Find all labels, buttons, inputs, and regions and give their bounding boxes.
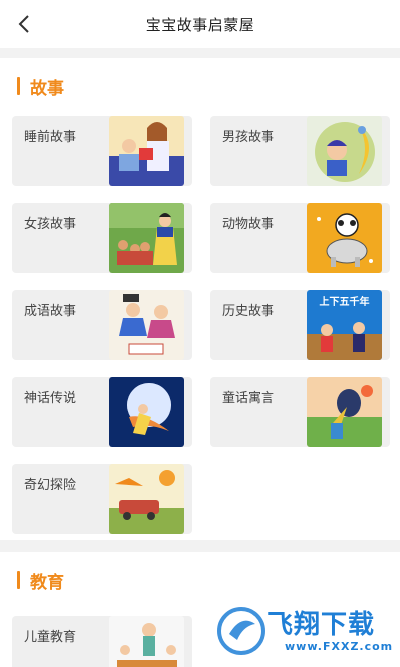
- category-card-boys[interactable]: 男孩故事: [210, 116, 390, 186]
- section-accent-bar: [17, 571, 20, 589]
- section-accent-bar: [17, 77, 20, 95]
- category-card-adventure[interactable]: 奇幻探险: [12, 464, 192, 534]
- watermark: 飞翔下载 www.FXXZ.com: [215, 600, 397, 662]
- education-image: [109, 616, 184, 667]
- watermark-text: 飞翔下载: [267, 610, 376, 640]
- top-bar: 宝宝故事启蒙屋: [0, 0, 400, 48]
- category-card-myths[interactable]: 神话传说: [12, 377, 192, 447]
- category-label: 神话传说: [24, 391, 77, 406]
- adventure-story-image: [109, 464, 184, 534]
- page-title: 宝宝故事启蒙屋: [145, 15, 255, 34]
- section-title: 教育: [30, 572, 64, 593]
- girls-story-image: [109, 203, 184, 273]
- category-card-animals[interactable]: 动物故事: [210, 203, 390, 273]
- category-card-idioms[interactable]: 成语故事: [12, 290, 192, 360]
- history-story-image: 上下五千年: [307, 290, 382, 360]
- category-label: 成语故事: [24, 304, 77, 319]
- fable-story-image: [307, 377, 382, 447]
- idiom-story-image: [109, 290, 184, 360]
- back-button[interactable]: [6, 6, 42, 42]
- category-label: 奇幻探险: [24, 478, 77, 493]
- category-card-fables[interactable]: 童话寓言: [210, 377, 390, 447]
- animal-story-image: [307, 203, 382, 273]
- history-thumb-title: 上下五千年: [320, 295, 370, 308]
- watermark-url: www.FXXZ.com: [285, 640, 394, 653]
- category-label: 男孩故事: [222, 130, 275, 145]
- section-title: 故事: [30, 78, 64, 99]
- category-card-bedtime[interactable]: 睡前故事: [12, 116, 192, 186]
- story-section: 故事 睡前故事 男孩故事 女孩故事 动物故事 成语故事 历史故事 上下五千年 神…: [0, 58, 400, 540]
- bedtime-story-image: [109, 116, 184, 186]
- chevron-left-icon: [18, 15, 29, 33]
- category-label: 女孩故事: [24, 217, 77, 232]
- category-label: 儿童教育: [24, 630, 77, 645]
- category-label: 历史故事: [222, 304, 275, 319]
- category-card-girls[interactable]: 女孩故事: [12, 203, 192, 273]
- boys-story-image: [307, 116, 382, 186]
- category-card-education[interactable]: 儿童教育: [12, 616, 192, 667]
- category-label: 睡前故事: [24, 130, 77, 145]
- category-label: 童话寓言: [222, 391, 275, 406]
- category-card-history[interactable]: 历史故事 上下五千年: [210, 290, 390, 360]
- section-header: 故事: [0, 74, 64, 99]
- section-header: 教育: [0, 568, 64, 593]
- category-label: 动物故事: [222, 217, 275, 232]
- myth-story-image: [109, 377, 184, 447]
